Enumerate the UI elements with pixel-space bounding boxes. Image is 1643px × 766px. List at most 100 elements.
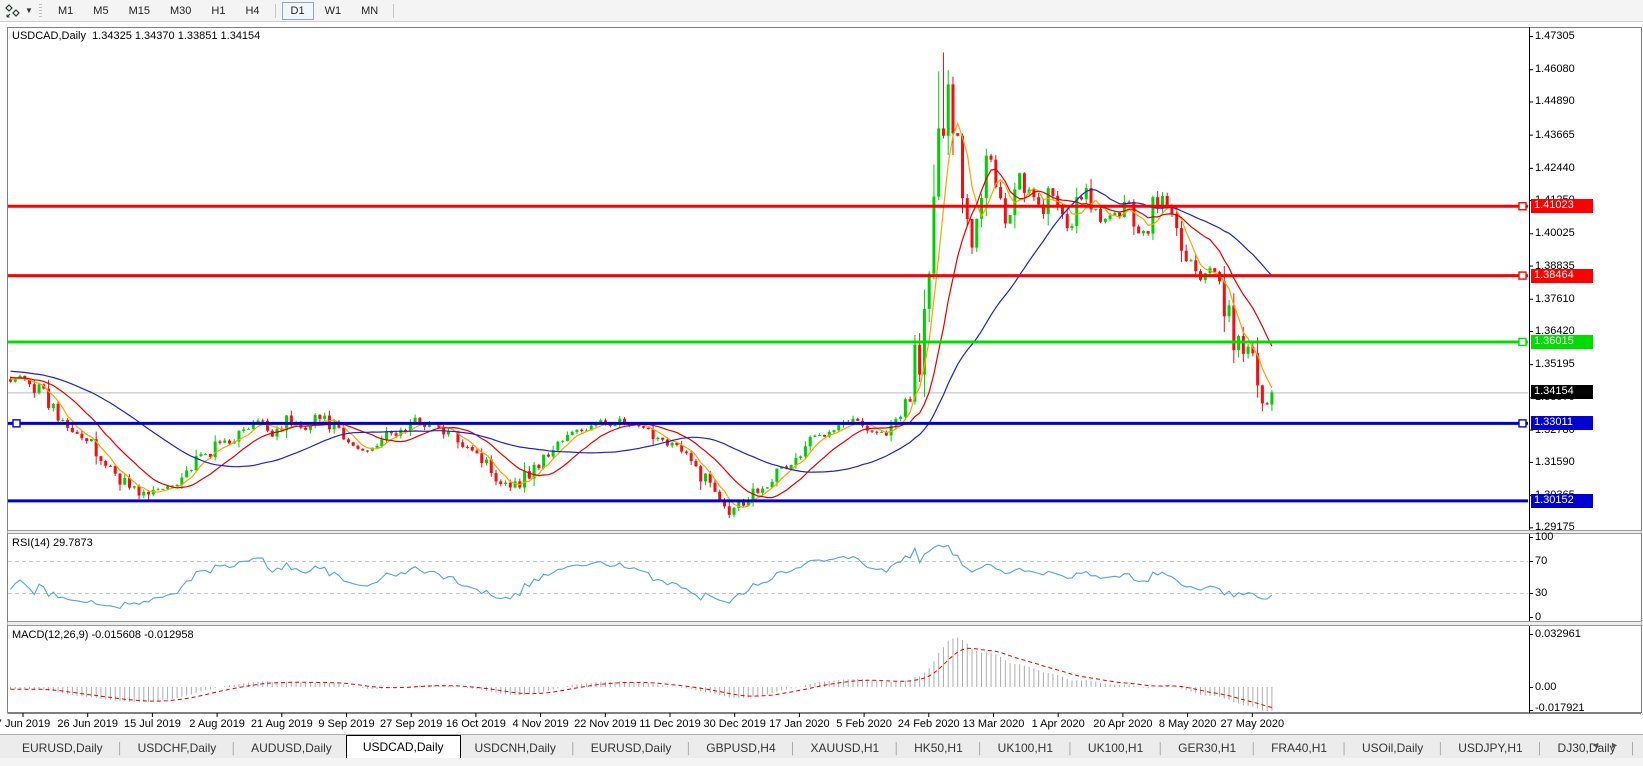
candle	[1142, 231, 1145, 233]
tab-separator: │	[117, 740, 124, 759]
candle	[756, 489, 759, 493]
line-handle	[1519, 420, 1526, 427]
candle	[347, 439, 350, 442]
candle	[880, 432, 883, 433]
tab-separator: │	[893, 740, 900, 759]
macd-tick-label: 0.032961	[1535, 628, 1581, 640]
candle	[247, 429, 250, 430]
tab-ger30-h1[interactable]: GER30,H1	[1164, 738, 1250, 759]
candle	[556, 442, 559, 450]
tab-usdcnh-daily[interactable]: USDCNH,Daily	[461, 738, 570, 759]
candle	[514, 481, 517, 487]
tab-audusd-daily[interactable]: AUDUSD,Daily	[237, 738, 346, 759]
candle	[580, 430, 583, 431]
candle	[147, 492, 150, 494]
candle	[199, 454, 202, 456]
candle	[204, 454, 207, 455]
price-tick-label: 1.43665	[1535, 129, 1575, 141]
toolbar-grip	[39, 4, 42, 18]
timeframe-button-m5[interactable]: M5	[84, 2, 117, 20]
timeframe-button-d1[interactable]: D1	[282, 2, 314, 20]
tab-separator: │	[790, 740, 797, 759]
tab-scroll-left-icon[interactable]: ◄	[1591, 740, 1610, 750]
rsi-tick-label: 0	[1535, 611, 1541, 623]
tab-xauusd-h1[interactable]: XAUUSD,H1	[797, 738, 894, 759]
candle	[614, 425, 617, 426]
tab-eurusd-daily[interactable]: EURUSD,Daily	[577, 738, 686, 759]
resistance-line-label: 1.41023	[1531, 199, 1593, 213]
date-label: 15 Jul 2019	[124, 718, 181, 730]
candle	[509, 483, 512, 488]
tab-hk50-h1[interactable]: HK50,H1	[900, 738, 977, 759]
timeframe-button-w1[interactable]: W1	[316, 2, 351, 20]
candle	[109, 466, 112, 467]
candle	[1137, 227, 1140, 234]
candle	[818, 435, 821, 436]
candle	[790, 465, 793, 469]
tab-scroll-right-icon[interactable]: ►	[1610, 740, 1629, 750]
candle	[661, 438, 664, 440]
date-label: 4 Nov 2019	[512, 718, 568, 730]
candle	[461, 442, 464, 447]
tab-usoil-daily[interactable]: USOil,Daily	[1348, 738, 1437, 759]
candle	[1070, 226, 1073, 228]
candle	[804, 446, 807, 456]
date-label: 16 Oct 2019	[446, 718, 506, 730]
price-tick-label: 1.42440	[1535, 162, 1575, 174]
candle	[1228, 305, 1231, 316]
tab-eurusd-daily[interactable]: EURUSD,Daily	[8, 738, 117, 759]
timeframe-button-h4[interactable]: H4	[236, 2, 268, 20]
tab-separator: │	[1341, 740, 1348, 759]
timeframe-button-m30[interactable]: M30	[161, 2, 200, 20]
price-tick-label: 1.47305	[1535, 30, 1575, 42]
candle	[242, 429, 245, 430]
tab-uk100-h1[interactable]: UK100,H1	[1074, 738, 1157, 759]
candle	[1189, 260, 1192, 261]
line-studies-icon[interactable]	[3, 2, 23, 20]
candle	[656, 438, 659, 439]
price-tick-label: 1.40025	[1535, 227, 1575, 239]
date-label: 5 Feb 2020	[836, 718, 892, 730]
candle	[1004, 198, 1007, 223]
candle	[1047, 188, 1050, 214]
price-tick-label: 1.35195	[1535, 358, 1575, 370]
timeframe-button-m15[interactable]: M15	[120, 2, 159, 20]
timeframe-button-m1[interactable]: M1	[49, 2, 82, 20]
candle	[499, 481, 502, 484]
candle	[537, 465, 540, 468]
tab-fra40-h1[interactable]: FRA40,H1	[1257, 738, 1341, 759]
candle	[1261, 385, 1264, 403]
candle	[80, 434, 83, 438]
candle	[961, 136, 964, 198]
resistance-line-label: 1.38464	[1531, 269, 1593, 283]
timeframe-button-mn[interactable]: MN	[352, 2, 387, 20]
candle	[185, 471, 188, 478]
timeframe-button-h1[interactable]: H1	[202, 2, 234, 20]
date-label: 11 Dec 2019	[639, 718, 701, 730]
candle	[956, 133, 959, 135]
chart-canvas[interactable]	[0, 22, 1643, 733]
candle	[38, 384, 41, 392]
candle	[352, 442, 355, 445]
line-handle	[1519, 203, 1526, 210]
candle	[118, 474, 121, 485]
tab-gbpusd-h4[interactable]: GBPUSD,H4	[692, 738, 789, 759]
tab-uk100-h1[interactable]: UK100,H1	[984, 738, 1067, 759]
date-label: 30 Dec 2019	[703, 718, 765, 730]
candle	[1185, 251, 1188, 261]
candle	[951, 84, 954, 133]
dropdown-caret-icon[interactable]: ▼	[23, 6, 35, 15]
candle	[318, 415, 321, 419]
date-label: 8 May 2020	[1159, 718, 1216, 730]
tab-usdjpy-h1[interactable]: USDJPY,H1	[1444, 738, 1536, 759]
tab-scroll-arrows[interactable]: ◄►	[1591, 740, 1629, 750]
tab-usdchf-daily[interactable]: USDCHF,Daily	[124, 738, 231, 759]
tab-separator: │	[570, 740, 577, 759]
tab-usdcad-daily[interactable]: USDCAD,Daily	[346, 735, 461, 759]
date-label: 22 Nov 2019	[574, 718, 636, 730]
candle	[671, 443, 674, 446]
candle	[871, 431, 874, 432]
chart-window[interactable]: USDCAD,Daily 1.34325 1.34370 1.33851 1.3…	[0, 22, 1643, 733]
candle	[599, 420, 602, 422]
candle	[990, 156, 993, 160]
